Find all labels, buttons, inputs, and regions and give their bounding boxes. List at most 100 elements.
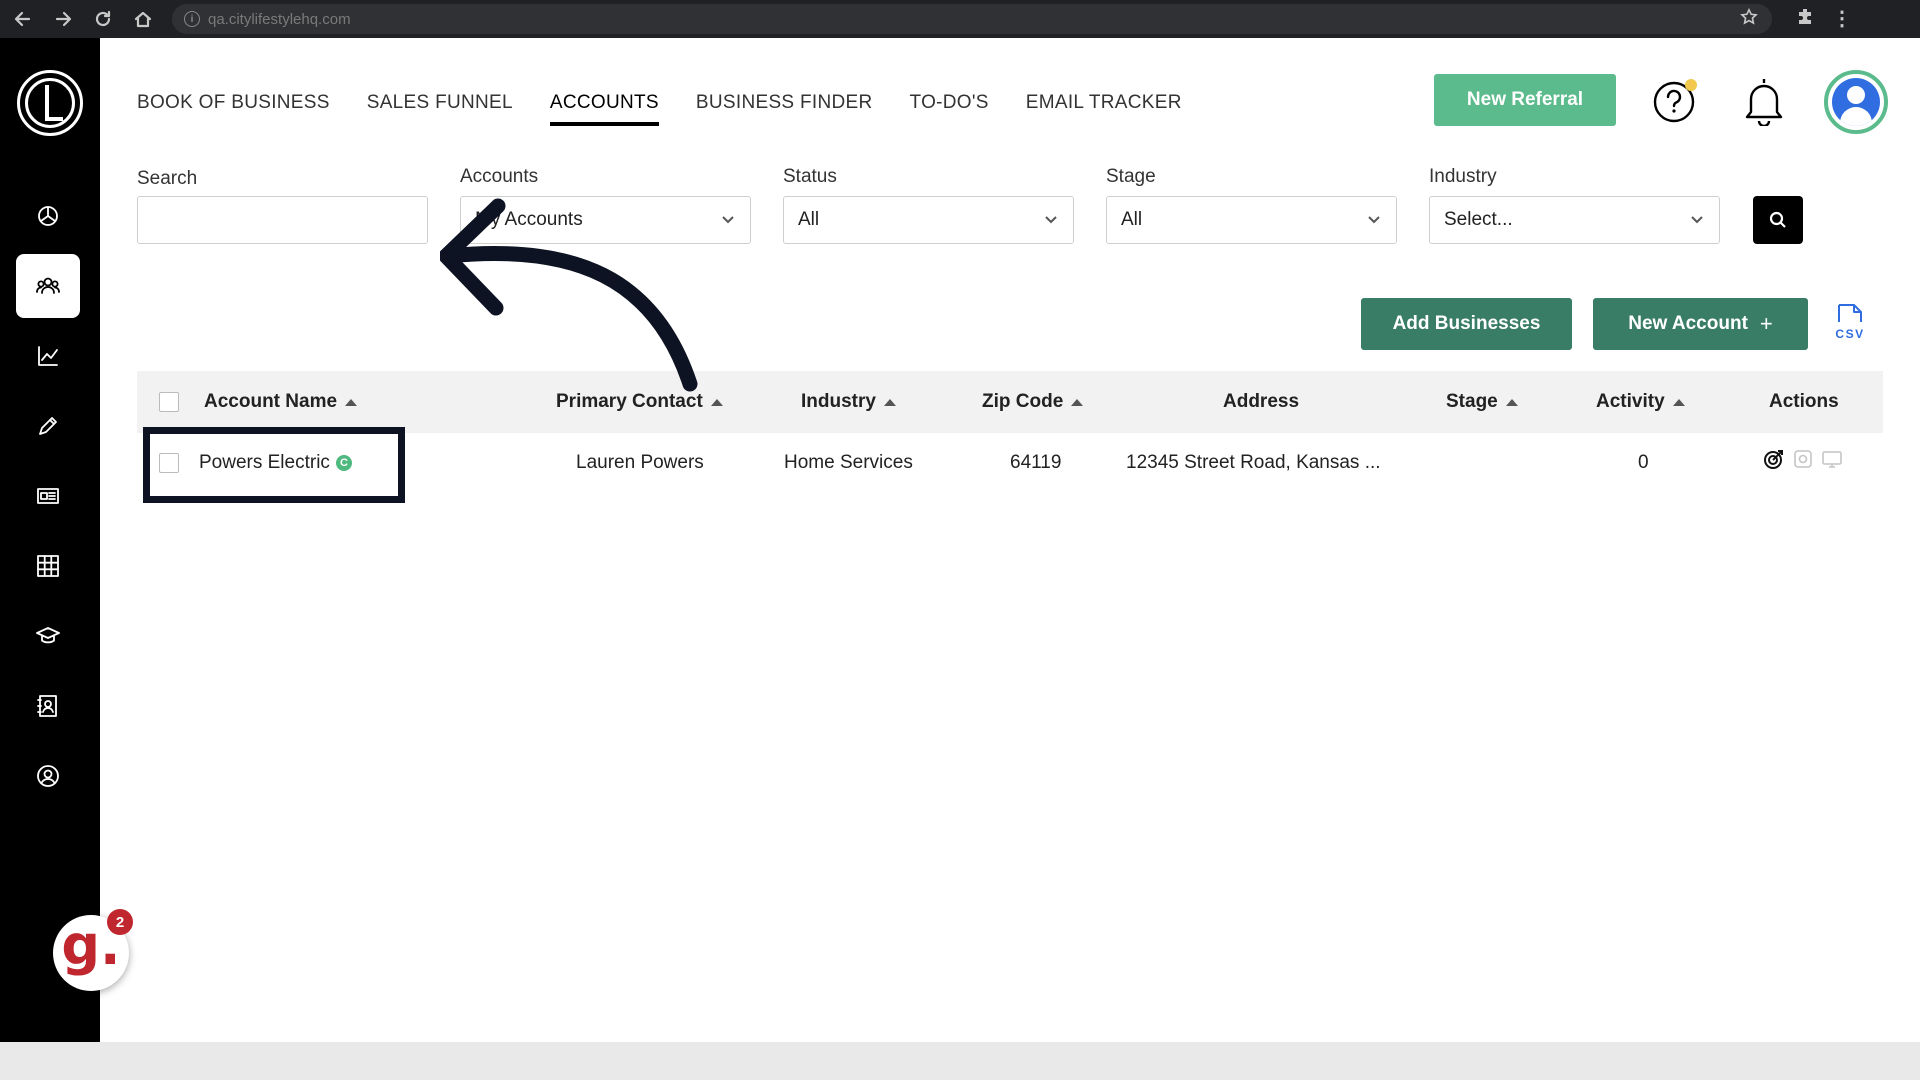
- page-bottom-margin: [0, 1042, 1920, 1080]
- sort-caret-icon: [710, 398, 723, 406]
- target-icon[interactable]: [1763, 448, 1785, 470]
- plus-icon: +: [1759, 311, 1773, 336]
- sidebar-item-contacts[interactable]: [16, 674, 80, 738]
- accounts-table-header: Account Name Primary Contact Industry Zi…: [137, 371, 1883, 433]
- camera-icon[interactable]: [1792, 448, 1814, 470]
- sidebar-item-edit[interactable]: [16, 394, 80, 458]
- status-select-value: All: [798, 209, 820, 230]
- extensions-icon[interactable]: [1796, 7, 1816, 32]
- stage-select-value: All: [1121, 209, 1143, 230]
- industry-label: Industry: [1429, 166, 1497, 187]
- stage-select[interactable]: All: [1106, 196, 1397, 244]
- add-businesses-button[interactable]: Add Businesses: [1361, 298, 1572, 350]
- search-button[interactable]: [1753, 196, 1803, 244]
- sidebar-item-training[interactable]: [16, 604, 80, 668]
- column-header-actions: Actions: [1769, 391, 1839, 413]
- browser-toolbar: i qa.citylifestylehq.com ⋮: [0, 0, 1920, 38]
- address-cell: 12345 Street Road, Kansas ...: [1126, 452, 1381, 473]
- sort-caret-icon: [883, 398, 896, 406]
- annotation-arrow: [440, 198, 698, 392]
- monitor-icon[interactable]: [1821, 448, 1843, 470]
- activity-header-label: Activity: [1596, 391, 1665, 412]
- pie-chart-icon: [38, 206, 58, 226]
- tab-accounts[interactable]: ACCOUNTS: [549, 92, 659, 126]
- column-header-industry[interactable]: Industry: [801, 391, 896, 413]
- sort-caret-icon: [1672, 398, 1685, 406]
- sort-caret-icon: [1071, 398, 1084, 406]
- accounts-label: Accounts: [460, 166, 539, 187]
- chevron-down-icon: [1043, 211, 1059, 227]
- column-header-account-name[interactable]: Account Name: [204, 391, 358, 413]
- search-label: Search: [137, 168, 198, 189]
- csv-export-icon[interactable]: CSV: [1832, 302, 1868, 342]
- grid-icon: [37, 555, 59, 577]
- sidebar-item-grid[interactable]: [16, 534, 80, 598]
- activity-cell: 0: [1638, 452, 1649, 473]
- assistant-notification-count: 2: [107, 909, 133, 935]
- forward-icon[interactable]: [46, 4, 80, 34]
- sidebar-item-accounts[interactable]: [16, 254, 80, 318]
- reload-icon[interactable]: [86, 4, 120, 34]
- add-businesses-label: Add Businesses: [1392, 313, 1541, 334]
- industry-header-label: Industry: [801, 391, 876, 412]
- tab-to-dos[interactable]: TO-DO'S: [910, 92, 989, 120]
- graduation-cap-icon: [36, 627, 60, 644]
- tab-business-finder[interactable]: BUSINESS FINDER: [696, 92, 873, 120]
- url-text: qa.citylifestylehq.com: [208, 10, 351, 28]
- sidebar-item-dashboard[interactable]: [16, 184, 80, 248]
- sort-caret-icon: [1505, 398, 1518, 406]
- zip-code-header-label: Zip Code: [982, 391, 1064, 412]
- tab-sales-funnel[interactable]: SALES FUNNEL: [367, 92, 513, 120]
- new-account-label: New Account: [1628, 313, 1748, 334]
- status-label: Status: [783, 166, 837, 187]
- user-circle-icon: [37, 765, 59, 787]
- new-account-button[interactable]: New Account +: [1593, 298, 1808, 350]
- address-bar[interactable]: i qa.citylifestylehq.com: [172, 4, 1772, 34]
- city-lifestyle-logo[interactable]: [17, 70, 83, 136]
- search-icon: [1769, 211, 1786, 228]
- sidebar-item-profile[interactable]: [16, 744, 80, 808]
- industry-select-value: Select...: [1444, 209, 1513, 230]
- column-header-activity[interactable]: Activity: [1596, 391, 1685, 413]
- tab-book-of-business[interactable]: BOOK OF BUSINESS: [137, 92, 330, 120]
- back-icon[interactable]: [6, 4, 40, 34]
- industry-select[interactable]: Select...: [1429, 196, 1720, 244]
- industry-cell: Home Services: [784, 452, 913, 473]
- address-header-label: Address: [1223, 391, 1300, 412]
- csv-label: CSV: [1835, 327, 1864, 341]
- primary-contact-cell: Lauren Powers: [576, 452, 704, 473]
- main-nav: BOOK OF BUSINESS SALES FUNNEL ACCOUNTS B…: [137, 92, 1182, 126]
- search-input[interactable]: [137, 196, 428, 244]
- user-avatar[interactable]: [1824, 70, 1888, 134]
- status-select[interactable]: All: [783, 196, 1074, 244]
- notification-bell-icon[interactable]: [1741, 76, 1787, 128]
- sidebar-item-analytics[interactable]: [16, 324, 80, 388]
- annotation-highlight-box: [143, 427, 405, 503]
- chevron-down-icon: [1689, 211, 1705, 227]
- bookmark-star-icon[interactable]: [1740, 7, 1758, 31]
- sidebar: [0, 38, 100, 1042]
- select-all-checkbox[interactable]: [159, 392, 179, 412]
- pencil-icon: [39, 417, 57, 435]
- tab-email-tracker[interactable]: EMAIL TRACKER: [1026, 92, 1182, 120]
- column-header-zip-code[interactable]: Zip Code: [982, 391, 1084, 413]
- browser-menu-icon[interactable]: ⋮: [1832, 9, 1852, 29]
- assistant-widget[interactable]: g. 2: [53, 909, 133, 991]
- app-window: g. 2 BOOK OF BUSINESS SALES FUNNEL ACCOU…: [0, 38, 1920, 1042]
- actions-header-label: Actions: [1769, 391, 1839, 412]
- chevron-down-icon: [1366, 211, 1382, 227]
- chevron-down-icon: [720, 211, 736, 227]
- help-icon[interactable]: [1652, 78, 1698, 124]
- site-info-icon[interactable]: i: [184, 11, 200, 27]
- home-icon[interactable]: [126, 4, 160, 34]
- people-icon: [36, 277, 60, 294]
- zip-code-cell: 64119: [1010, 452, 1062, 473]
- line-chart-icon: [38, 346, 58, 366]
- new-referral-button[interactable]: New Referral: [1434, 74, 1616, 126]
- account-name-header-label: Account Name: [204, 391, 338, 412]
- column-header-stage[interactable]: Stage: [1446, 391, 1518, 413]
- sort-caret-icon: [345, 398, 358, 406]
- contact-book-icon: [37, 695, 57, 717]
- sidebar-item-news[interactable]: [16, 464, 80, 528]
- newspaper-icon: [37, 488, 59, 504]
